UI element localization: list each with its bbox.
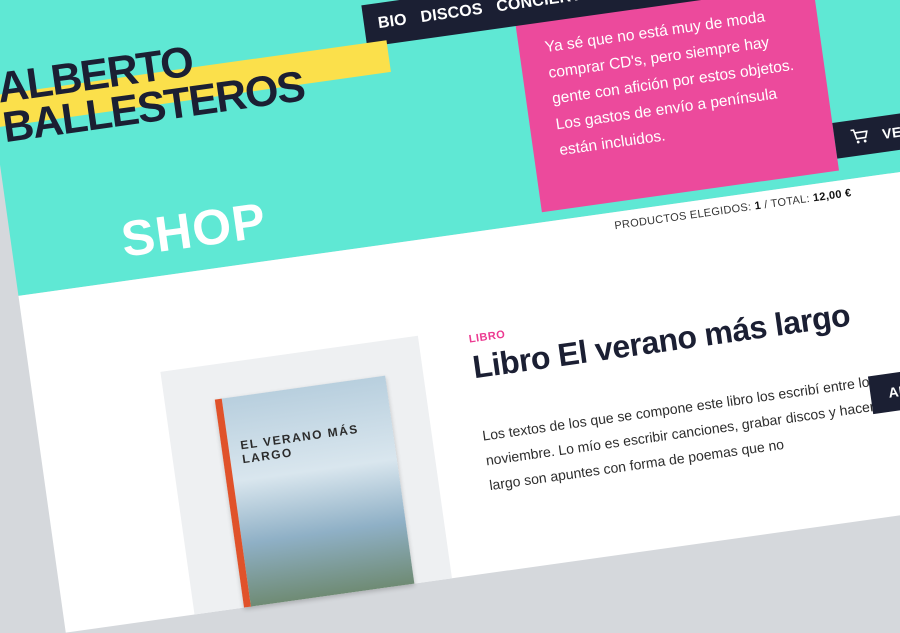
product-image[interactable]: EL VERANO MÁS LARGO — [160, 335, 452, 615]
nav-item-bio[interactable]: BIO — [377, 11, 408, 33]
add-to-cart-button[interactable]: AÑADIR AL C — [867, 354, 900, 415]
tilted-page: Ya sé que no está muy de moda comprar CD… — [0, 0, 900, 633]
book-cover: EL VERANO MÁS LARGO — [214, 375, 415, 608]
products-count: 1 — [753, 199, 762, 213]
book-cover-title: EL VERANO MÁS LARGO — [239, 421, 360, 467]
intro-text: Ya sé que no está muy de moda comprar CD… — [543, 8, 795, 160]
cart-icon — [849, 127, 869, 148]
nav-item-conciertos[interactable]: CONCIERTOS — [495, 0, 605, 16]
website: Ya sé que no está muy de moda comprar CD… — [0, 0, 900, 633]
view-cart-label: VER CARRITO — [881, 112, 900, 143]
nav-item-discos[interactable]: DISCOS — [420, 1, 484, 28]
